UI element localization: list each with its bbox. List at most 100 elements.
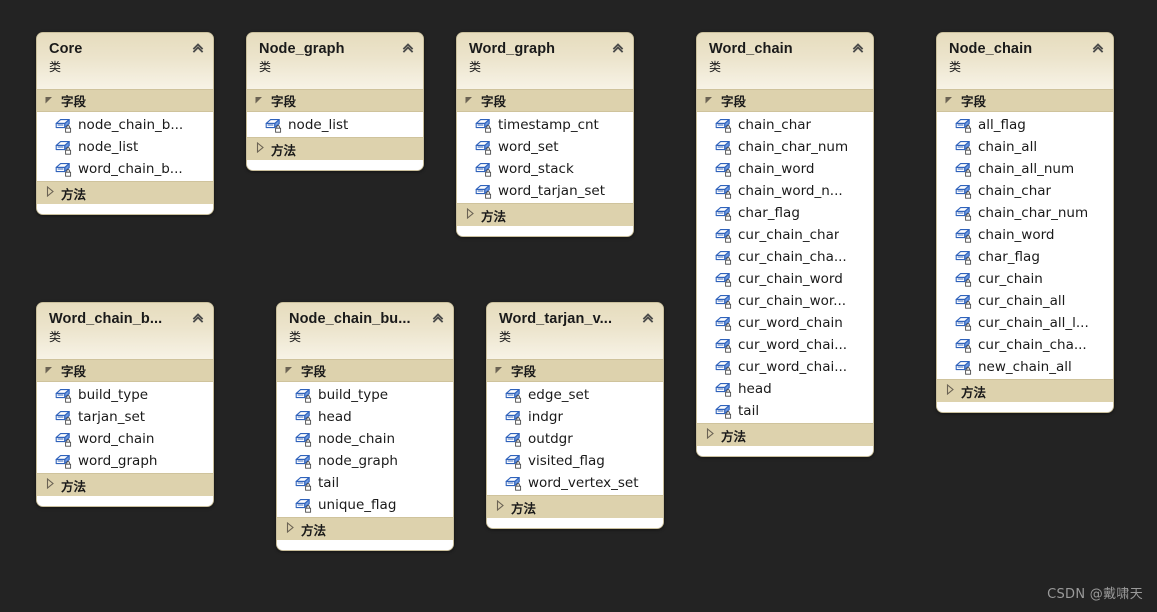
field-row[interactable]: word_chain: [37, 428, 213, 450]
field-row[interactable]: word_chain_b...: [37, 158, 213, 180]
double-chevron-up-icon[interactable]: [191, 311, 205, 325]
triangle-right-icon[interactable]: [255, 140, 265, 158]
field-row[interactable]: build_type: [277, 384, 453, 406]
field-row[interactable]: timestamp_cnt: [457, 114, 633, 136]
field-row[interactable]: cur_word_chain: [697, 312, 873, 334]
methods-section-header[interactable]: 方法: [247, 137, 423, 160]
field-row[interactable]: cur_chain_word: [697, 268, 873, 290]
methods-section-label: 方法: [61, 186, 87, 202]
triangle-down-icon[interactable]: [44, 362, 54, 380]
field-name: outdgr: [528, 431, 573, 447]
triangle-right-icon[interactable]: [45, 184, 55, 202]
field-row[interactable]: cur_word_chai...: [697, 356, 873, 378]
field-row[interactable]: char_flag: [697, 202, 873, 224]
field-row[interactable]: unique_flag: [277, 494, 453, 516]
triangle-right-icon[interactable]: [465, 206, 475, 224]
fields-section-header[interactable]: 字段: [247, 89, 423, 112]
class-box-core[interactable]: Core 类字段 node_chain_b... node_list word_chai…: [36, 32, 214, 215]
field-row[interactable]: node_list: [247, 114, 423, 136]
methods-section-header[interactable]: 方法: [37, 473, 213, 496]
fields-section-header[interactable]: 字段: [487, 359, 663, 382]
fields-section-header[interactable]: 字段: [937, 89, 1113, 112]
class-box-node-graph[interactable]: Node_graph 类字段 node_list 方法: [246, 32, 424, 171]
double-chevron-up-icon[interactable]: [641, 311, 655, 325]
field-row[interactable]: head: [697, 378, 873, 400]
field-row[interactable]: cur_chain_wor...: [697, 290, 873, 312]
fields-section-header[interactable]: 字段: [697, 89, 873, 112]
field-row[interactable]: indgr: [487, 406, 663, 428]
double-chevron-up-icon[interactable]: [191, 41, 205, 55]
field-row[interactable]: chain_char: [697, 114, 873, 136]
triangle-down-icon[interactable]: [284, 362, 294, 380]
triangle-down-icon[interactable]: [494, 362, 504, 380]
field-row[interactable]: tail: [697, 400, 873, 422]
methods-section-header[interactable]: 方法: [37, 181, 213, 204]
field-row[interactable]: new_chain_all: [937, 356, 1113, 378]
double-chevron-up-icon[interactable]: [851, 41, 865, 55]
field-row[interactable]: chain_word: [697, 158, 873, 180]
field-row[interactable]: char_flag: [937, 246, 1113, 268]
methods-section-header[interactable]: 方法: [487, 495, 663, 518]
triangle-down-icon[interactable]: [44, 92, 54, 110]
field-row[interactable]: outdgr: [487, 428, 663, 450]
triangle-right-icon[interactable]: [285, 520, 295, 538]
fields-section-header[interactable]: 字段: [37, 89, 213, 112]
triangle-right-icon[interactable]: [705, 426, 715, 444]
methods-section-header[interactable]: 方法: [277, 517, 453, 540]
field-row[interactable]: chain_char_num: [937, 202, 1113, 224]
triangle-right-icon[interactable]: [945, 382, 955, 400]
field-row[interactable]: chain_word: [937, 224, 1113, 246]
field-row[interactable]: chain_all: [937, 136, 1113, 158]
field-row[interactable]: cur_chain_char: [697, 224, 873, 246]
field-row[interactable]: node_graph: [277, 450, 453, 472]
triangle-down-icon[interactable]: [704, 92, 714, 110]
triangle-down-icon[interactable]: [254, 92, 264, 110]
field-row[interactable]: node_list: [37, 136, 213, 158]
field-row[interactable]: word_tarjan_set: [457, 180, 633, 202]
class-box-word-chain-builder[interactable]: Word_chain_b... 类字段 build_type tarjan_set wo…: [36, 302, 214, 507]
fields-section-header[interactable]: 字段: [457, 89, 633, 112]
class-box-node-chain[interactable]: Node_chain 类字段 all_flag chain_all chain_all_…: [936, 32, 1114, 413]
field-row[interactable]: cur_chain_cha...: [937, 334, 1113, 356]
double-chevron-up-icon[interactable]: [401, 41, 415, 55]
field-row[interactable]: chain_char_num: [697, 136, 873, 158]
double-chevron-up-icon[interactable]: [611, 41, 625, 55]
field-row[interactable]: word_vertex_set: [487, 472, 663, 494]
field-row[interactable]: word_stack: [457, 158, 633, 180]
field-row[interactable]: cur_chain_all_l...: [937, 312, 1113, 334]
field-row[interactable]: node_chain: [277, 428, 453, 450]
watermark: CSDN @戴啸天: [1047, 587, 1143, 602]
field-row[interactable]: chain_word_n...: [697, 180, 873, 202]
class-box-word-chain[interactable]: Word_chain 类字段 chain_char chain_char_num cha…: [696, 32, 874, 457]
field-row[interactable]: cur_chain_all: [937, 290, 1113, 312]
class-box-word-graph[interactable]: Word_graph 类字段 timestamp_cnt word_set word_s…: [456, 32, 634, 237]
field-row[interactable]: chain_all_num: [937, 158, 1113, 180]
class-box-node-chain-builder[interactable]: Node_chain_bu... 类字段 build_type head node_ch…: [276, 302, 454, 551]
field-row[interactable]: edge_set: [487, 384, 663, 406]
methods-section-header[interactable]: 方法: [697, 423, 873, 446]
triangle-down-icon[interactable]: [464, 92, 474, 110]
fields-section-header[interactable]: 字段: [37, 359, 213, 382]
field-row[interactable]: node_chain_b...: [37, 114, 213, 136]
methods-section-header[interactable]: 方法: [457, 203, 633, 226]
field-row[interactable]: chain_char: [937, 180, 1113, 202]
field-row[interactable]: cur_chain_cha...: [697, 246, 873, 268]
field-row[interactable]: visited_flag: [487, 450, 663, 472]
field-row[interactable]: cur_word_chai...: [697, 334, 873, 356]
field-row[interactable]: tail: [277, 472, 453, 494]
fields-section-header[interactable]: 字段: [277, 359, 453, 382]
triangle-right-icon[interactable]: [495, 498, 505, 516]
field-row[interactable]: build_type: [37, 384, 213, 406]
field-row[interactable]: cur_chain: [937, 268, 1113, 290]
double-chevron-up-icon[interactable]: [1091, 41, 1105, 55]
methods-section-header[interactable]: 方法: [937, 379, 1113, 402]
double-chevron-up-icon[interactable]: [431, 311, 445, 325]
class-box-word-tarjan-vertex[interactable]: Word_tarjan_v... 类字段 edge_set indgr outdgr vi…: [486, 302, 664, 529]
field-row[interactable]: all_flag: [937, 114, 1113, 136]
triangle-right-icon[interactable]: [45, 476, 55, 494]
field-row[interactable]: word_set: [457, 136, 633, 158]
field-row[interactable]: tarjan_set: [37, 406, 213, 428]
field-row[interactable]: word_graph: [37, 450, 213, 472]
field-row[interactable]: head: [277, 406, 453, 428]
triangle-down-icon[interactable]: [944, 92, 954, 110]
